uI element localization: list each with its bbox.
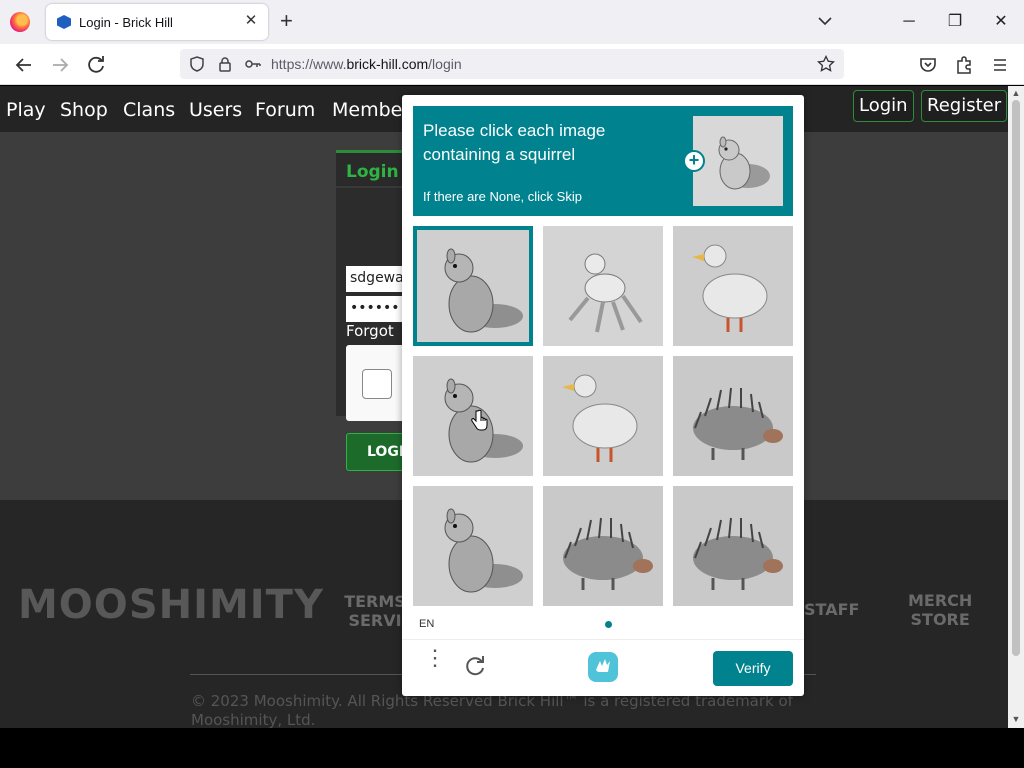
captcha-checkbox[interactable] bbox=[362, 369, 392, 399]
browser-nav-bar: https://www.brick-hill.com/login bbox=[0, 44, 1024, 85]
captcha-tile-duck[interactable] bbox=[543, 356, 663, 476]
shield-icon[interactable] bbox=[188, 55, 206, 73]
captcha-tile-hedgehog[interactable] bbox=[673, 486, 793, 606]
nav-members[interactable]: Membe bbox=[332, 99, 402, 121]
forward-arrow-icon[interactable] bbox=[48, 53, 72, 77]
squirrel-example-icon bbox=[693, 116, 783, 206]
captcha-menu-icon[interactable]: ⋮ bbox=[424, 647, 446, 680]
scroll-down-icon[interactable]: ▼ bbox=[1010, 714, 1022, 726]
login-form-title: Login bbox=[346, 162, 399, 182]
captcha-language-selector[interactable]: EN bbox=[419, 618, 434, 630]
footer-merch-link[interactable]: MERCH STORE bbox=[908, 591, 972, 629]
squirrel-image bbox=[413, 486, 533, 606]
nav-users[interactable]: Users bbox=[189, 99, 242, 121]
captcha-verify-button[interactable]: Verify bbox=[713, 651, 793, 686]
frog-image bbox=[543, 226, 663, 346]
extensions-icon[interactable] bbox=[952, 53, 976, 77]
url-text: https://www.brick-hill.com/login bbox=[271, 56, 462, 72]
pocket-icon[interactable] bbox=[916, 53, 940, 77]
captcha-prompt: Please click each image containing a squ… bbox=[423, 121, 606, 164]
captcha-tile-squirrel[interactable] bbox=[413, 226, 533, 346]
back-arrow-icon[interactable] bbox=[12, 53, 36, 77]
captcha-example-expand-icon[interactable]: + bbox=[683, 150, 705, 172]
nav-shop[interactable]: Shop bbox=[60, 99, 108, 121]
footer-terms-link[interactable]: TERMS SERVI bbox=[344, 592, 406, 630]
nav-forum[interactable]: Forum bbox=[255, 99, 315, 121]
close-window-button[interactable]: ✕ bbox=[986, 8, 1016, 36]
footer-logo: MOOSHIMITY bbox=[18, 582, 324, 628]
new-tab-button[interactable]: + bbox=[280, 10, 293, 32]
footer-staff-link[interactable]: STAFF bbox=[804, 600, 859, 619]
footer-copyright: © 2023 Mooshimity. All Rights Reserved B… bbox=[191, 692, 793, 728]
forgot-password-link[interactable]: Forgot bbox=[346, 322, 394, 340]
captcha-subtext: If there are None, click Skip bbox=[423, 189, 582, 204]
key-permissions-icon[interactable] bbox=[244, 55, 262, 73]
scroll-up-icon[interactable]: ▲ bbox=[1010, 88, 1022, 100]
captcha-refresh-icon[interactable] bbox=[462, 653, 488, 679]
captcha-tile-squirrel[interactable] bbox=[413, 486, 533, 606]
captcha-header: Please click each image containing a squ… bbox=[413, 106, 793, 216]
hand-cursor-icon bbox=[471, 409, 488, 431]
duck-image bbox=[543, 356, 663, 476]
lock-icon[interactable] bbox=[216, 55, 234, 73]
squirrel-image bbox=[413, 226, 533, 346]
captcha-page-indicator bbox=[605, 621, 612, 628]
hedgehog-image bbox=[673, 486, 793, 606]
nav-play[interactable]: Play bbox=[6, 99, 46, 121]
captcha-challenge-dialog: Please click each image containing a squ… bbox=[402, 95, 804, 696]
scrollbar-thumb[interactable] bbox=[1012, 100, 1020, 656]
captcha-tile-frog[interactable] bbox=[543, 226, 663, 346]
nav-clans[interactable]: Clans bbox=[123, 99, 175, 121]
captcha-divider bbox=[402, 639, 804, 640]
site-register-button[interactable]: Register bbox=[921, 90, 1008, 122]
hedgehog-image bbox=[673, 356, 793, 476]
site-login-button[interactable]: Login bbox=[853, 90, 914, 122]
brick-hill-favicon-icon bbox=[57, 15, 71, 29]
browser-tab[interactable]: Login - Brick Hill ✕ bbox=[46, 4, 268, 40]
captcha-example-image[interactable] bbox=[693, 116, 783, 206]
hamburger-menu-icon[interactable] bbox=[988, 53, 1012, 77]
os-taskbar bbox=[0, 728, 1024, 768]
reload-icon[interactable] bbox=[84, 53, 108, 77]
firefox-logo-icon[interactable] bbox=[10, 12, 30, 32]
captcha-tile-duck[interactable] bbox=[673, 226, 793, 346]
restore-button[interactable]: ❐ bbox=[940, 8, 970, 36]
captcha-tile-hedgehog[interactable] bbox=[543, 486, 663, 606]
tab-close-icon[interactable]: ✕ bbox=[242, 12, 260, 30]
browser-tab-bar: Login - Brick Hill ✕ + ─ ❐ ✕ bbox=[0, 0, 1024, 44]
hedgehog-image bbox=[543, 486, 663, 606]
list-tabs-chevron-icon[interactable] bbox=[816, 12, 834, 30]
bookmark-star-icon[interactable] bbox=[817, 55, 835, 73]
hcaptcha-logo-icon bbox=[588, 652, 618, 682]
captcha-tile-hedgehog[interactable] bbox=[673, 356, 793, 476]
tab-title: Login - Brick Hill bbox=[79, 15, 173, 30]
minimize-button[interactable]: ─ bbox=[894, 8, 924, 36]
url-bar[interactable]: https://www.brick-hill.com/login bbox=[180, 49, 844, 79]
duck-image bbox=[673, 226, 793, 346]
page-scrollbar[interactable]: ▲ ▼ bbox=[1008, 86, 1024, 728]
